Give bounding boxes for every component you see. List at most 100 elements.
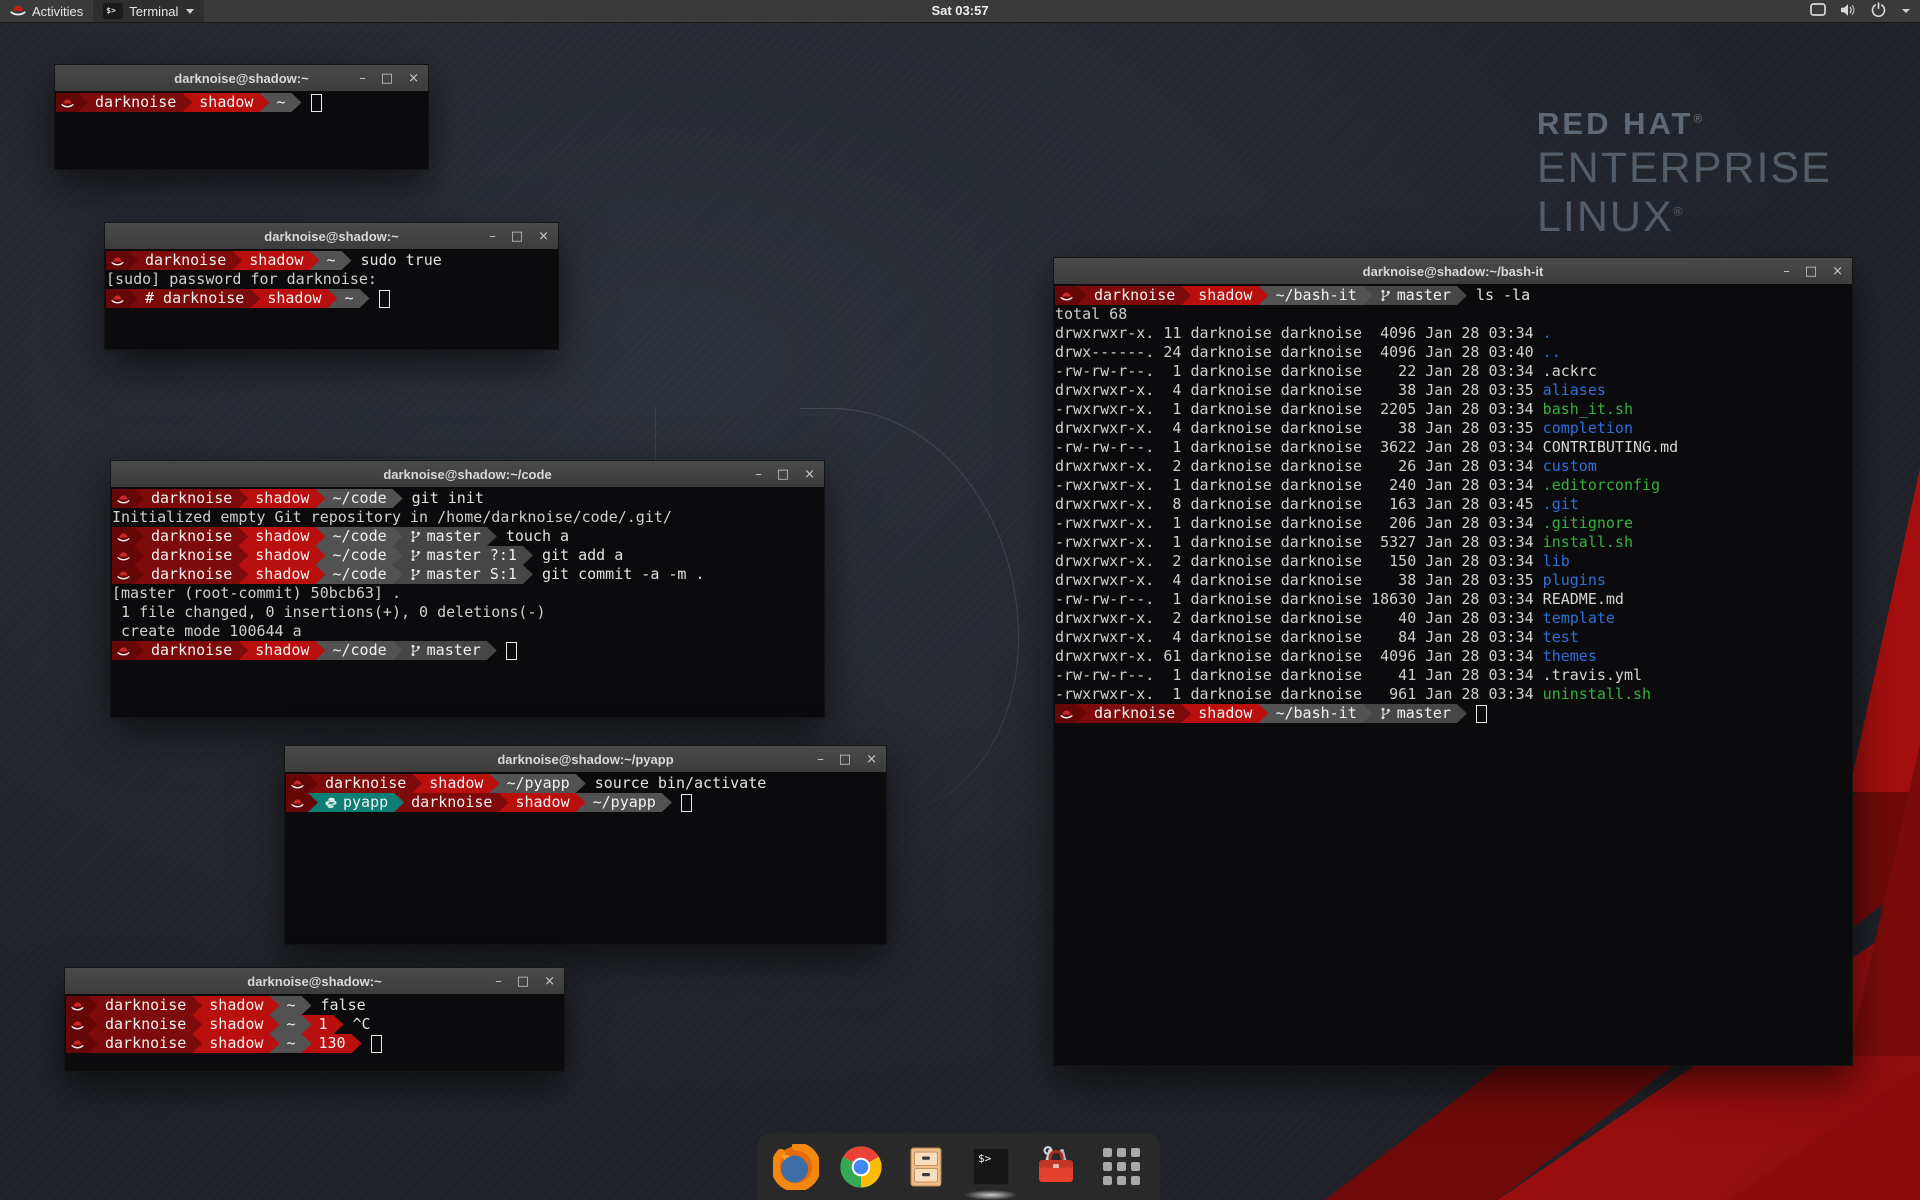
clock[interactable]: Sat 03:57	[931, 0, 988, 22]
hat-icon	[117, 551, 130, 561]
terminal-line: drwxrwxr-x. 2 darknoise darknoise 150 Ja…	[1055, 552, 1851, 571]
terminal-line: darknoiseshadow~1^C	[66, 1015, 563, 1034]
terminal-window-code: darknoise@shadow:~/code –□× darknoisesha…	[110, 460, 825, 718]
prompt-segment: shadow	[232, 251, 319, 270]
firefox-icon[interactable]	[772, 1143, 820, 1191]
terminal-line: -rwxrwxr-x. 1 darknoise darknoise 5327 J…	[1055, 533, 1851, 552]
prompt-segment: ~/code	[315, 565, 402, 584]
window-titlebar[interactable]: darknoise@shadow:~/code –□×	[111, 461, 824, 488]
window-buttons: – □ ×	[817, 746, 877, 772]
ls-row-filename: aliases	[1543, 381, 1606, 400]
hat-icon	[71, 1020, 84, 1030]
activities-label: Activities	[32, 4, 83, 19]
terminal-content[interactable]: darknoiseshadow~sudo true[sudo] password…	[105, 249, 558, 349]
window-title: darknoise@shadow:~/pyapp	[497, 752, 673, 767]
minimize-button[interactable]: –	[495, 975, 502, 988]
maximize-button[interactable]: □	[839, 753, 851, 766]
hat-icon	[117, 532, 130, 542]
terminal-line: drwxrwxr-x. 61 darknoise darknoise 4096 …	[1055, 647, 1851, 666]
minimize-button[interactable]: –	[489, 230, 496, 243]
prompt-segment: ~/bash-it	[1258, 704, 1372, 723]
terminal-line: darknoiseshadow~/codemaster ?:1git add a	[112, 546, 823, 565]
hat-icon	[117, 646, 130, 656]
close-button[interactable]: ×	[1832, 265, 1843, 278]
window-titlebar[interactable]: darknoise@shadow:~ –□×	[65, 968, 564, 995]
registered-mark: ®	[1674, 205, 1685, 219]
maximize-button[interactable]: □	[1805, 265, 1817, 278]
terminal-content[interactable]: darknoiseshadow~	[55, 91, 428, 169]
close-button[interactable]: ×	[804, 468, 815, 481]
terminal-line: darknoiseshadow~/codemaster S:1git commi…	[112, 565, 823, 584]
window-buttons: – □ ×	[1783, 258, 1843, 284]
terminal-window-home-2: darknoise@shadow:~ –□× darknoiseshadow~f…	[64, 967, 565, 1072]
maximize-button[interactable]: □	[511, 230, 523, 243]
branch-icon	[410, 549, 421, 562]
terminal-line: darknoiseshadow~/codemastertouch a	[112, 527, 823, 546]
screen-icon[interactable]	[1810, 3, 1826, 19]
prompt-segment: shadow	[192, 996, 279, 1015]
output-text: [master (root-commit) 50bcb63] .	[112, 584, 401, 603]
toolbox-icon[interactable]	[1032, 1143, 1080, 1191]
chrome-icon[interactable]	[837, 1143, 885, 1191]
close-button[interactable]: ×	[408, 72, 419, 85]
prompt-segment: shadow	[238, 489, 325, 508]
maximize-button[interactable]: □	[517, 975, 529, 988]
prompt-segment: darknoise	[78, 93, 192, 112]
prompt-segment: master S:1	[393, 565, 533, 584]
terminal-line: -rwxrwxr-x. 1 darknoise darknoise 961 Ja…	[1055, 685, 1851, 704]
terminal-content[interactable]: darknoiseshadow~/codegit initInitialized…	[111, 487, 824, 717]
app-menu-terminal[interactable]: $> Terminal	[93, 0, 204, 22]
terminal-icon[interactable]: $>	[967, 1143, 1015, 1191]
close-button[interactable]: ×	[866, 753, 877, 766]
window-buttons: – □ ×	[489, 223, 549, 249]
terminal-line: -rwxrwxr-x. 1 darknoise darknoise 206 Ja…	[1055, 514, 1851, 533]
window-title: darknoise@shadow:~/bash-it	[1363, 264, 1544, 279]
terminal-content[interactable]: darknoiseshadow~falsedarknoiseshadow~1^C…	[65, 994, 564, 1071]
terminal-content[interactable]: darknoiseshadow~/pyappsource bin/activat…	[285, 772, 886, 944]
prompt-segment: ~/code	[315, 641, 402, 660]
prompt-segment: ~/bash-it	[1258, 286, 1372, 305]
minimize-button[interactable]: –	[817, 753, 824, 766]
branch-icon	[410, 644, 421, 657]
minimize-button[interactable]: –	[359, 72, 366, 85]
ls-row-meta: drwx------. 24 darknoise darknoise 4096 …	[1055, 343, 1543, 362]
window-titlebar[interactable]: darknoise@shadow:~/pyapp – □ ×	[285, 746, 886, 773]
desktop: RED HAT® ENTERPRISE LINUX® Activities $>…	[0, 0, 1920, 1200]
ls-row-meta: drwxrwxr-x. 4 darknoise darknoise 38 Jan…	[1055, 381, 1543, 400]
maximize-button[interactable]: □	[381, 72, 393, 85]
hat-icon	[291, 779, 304, 789]
close-button[interactable]: ×	[538, 230, 549, 243]
ls-row-filename: ..	[1543, 343, 1561, 362]
caret-down-icon	[186, 9, 194, 14]
activities-button[interactable]: Activities	[0, 0, 93, 22]
terminal-line: create mode 100644 a	[112, 622, 823, 641]
terminal-line: darknoiseshadow~/codemaster	[112, 641, 823, 660]
minimize-button[interactable]: –	[1783, 265, 1790, 278]
volume-icon[interactable]	[1840, 3, 1857, 20]
terminal-line: [master (root-commit) 50bcb63] .	[112, 584, 823, 603]
close-button[interactable]: ×	[544, 975, 555, 988]
window-titlebar[interactable]: darknoise@shadow:~/bash-it – □ ×	[1054, 258, 1852, 285]
ls-row-meta: drwxrwxr-x. 4 darknoise darknoise 38 Jan…	[1055, 419, 1543, 438]
files-icon[interactable]	[902, 1143, 950, 1191]
ls-row-filename: CONTRIBUTING.md	[1543, 438, 1678, 457]
terminal-line: total 68	[1055, 305, 1851, 324]
maximize-button[interactable]: □	[777, 468, 789, 481]
rhel-wallpaper-logo: RED HAT® ENTERPRISE LINUX®	[1537, 106, 1832, 242]
power-icon[interactable]	[1871, 2, 1886, 20]
ls-row-filename: .	[1543, 324, 1552, 343]
hat-icon	[111, 294, 124, 304]
app-grid-icon[interactable]	[1097, 1143, 1145, 1191]
terminal-line: -rw-rw-r--. 1 darknoise darknoise 22 Jan…	[1055, 362, 1851, 381]
ls-row-meta: drwxrwxr-x. 61 darknoise darknoise 4096 …	[1055, 647, 1543, 666]
terminal-line: drwxrwxr-x. 4 darknoise darknoise 38 Jan…	[1055, 419, 1851, 438]
caret-down-icon[interactable]	[1902, 9, 1910, 13]
ls-row-filename: .gitignore	[1543, 514, 1633, 533]
minimize-button[interactable]: –	[755, 468, 762, 481]
terminal-content[interactable]: darknoiseshadow~/bash-itmasterls -latota…	[1054, 284, 1852, 1065]
window-titlebar[interactable]: darknoise@shadow:~ –□×	[105, 223, 558, 250]
terminal-line: # darknoiseshadow~	[106, 289, 557, 308]
window-titlebar[interactable]: darknoise@shadow:~ –□×	[55, 65, 428, 92]
ls-row-meta: -rwxrwxr-x. 1 darknoise darknoise 240 Ja…	[1055, 476, 1543, 495]
prompt-segment: darknoise	[128, 251, 242, 270]
